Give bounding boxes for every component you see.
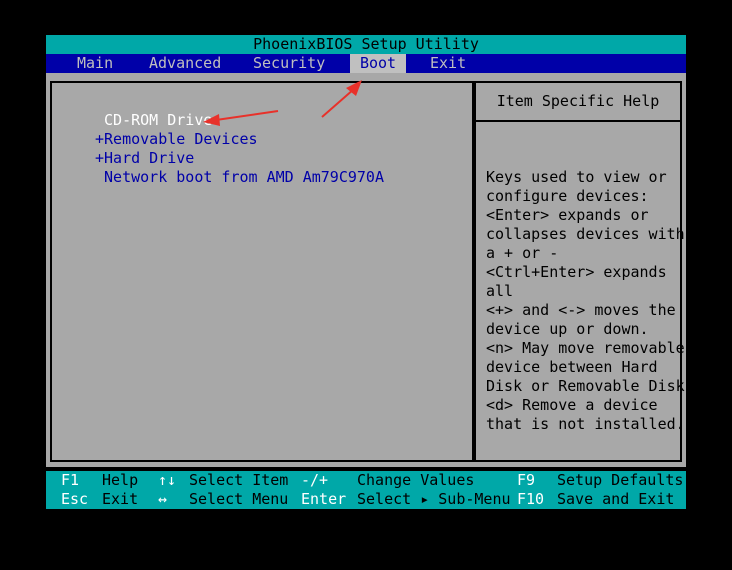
annotation-arrow-boot-tab: [321, 80, 362, 118]
annotation-arrows: [203, 80, 362, 126]
annotation-arrow-cdrom: [203, 110, 279, 126]
